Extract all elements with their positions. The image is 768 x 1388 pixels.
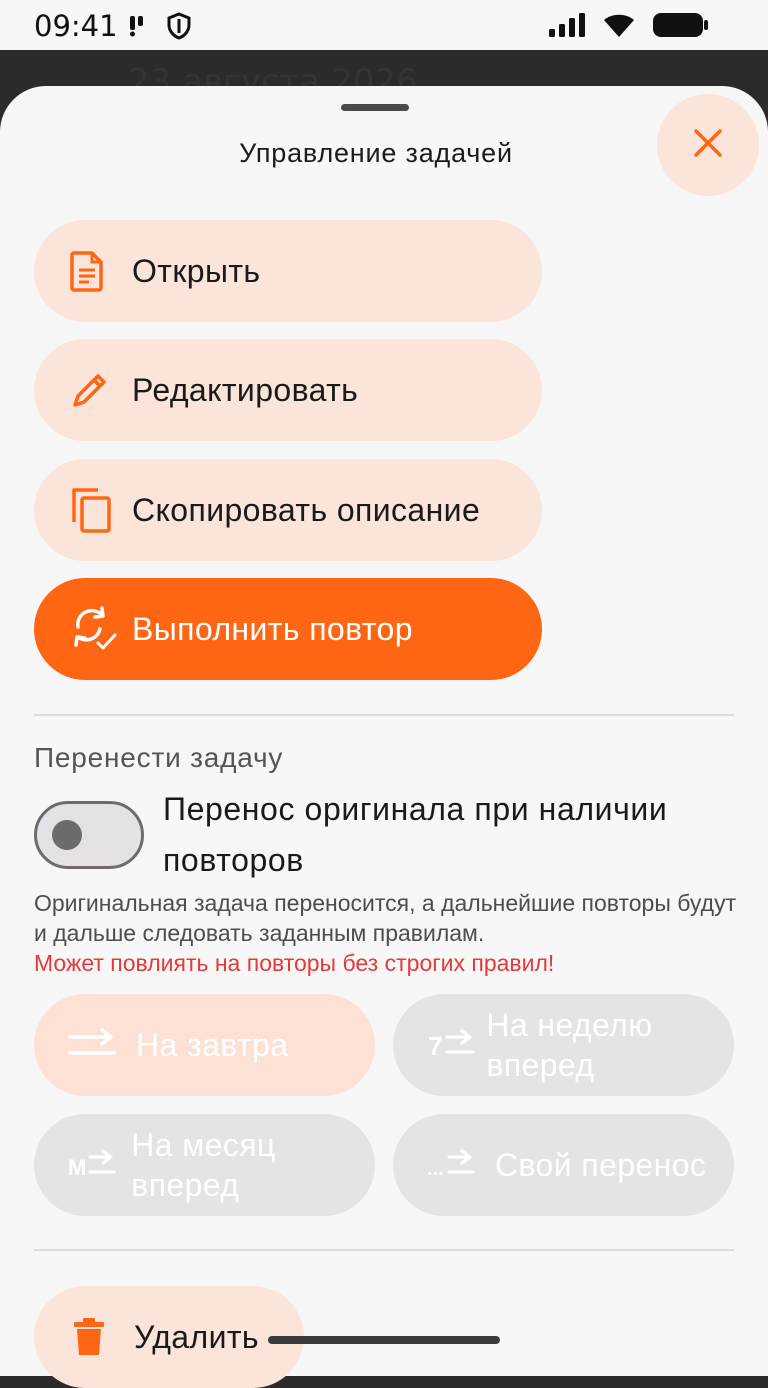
move-custom-icon: ...: [427, 1145, 495, 1185]
edit-button[interactable]: Редактировать: [34, 339, 542, 441]
shield-icon: [166, 12, 192, 45]
status-bar: 09:41: [0, 0, 768, 50]
move-tomorrow-label: На завтра: [136, 1027, 289, 1063]
move-week-button[interactable]: 7 На неделю вперед: [393, 994, 734, 1096]
move-tomorrow-button[interactable]: На завтра: [34, 994, 375, 1096]
open-label: Открыть: [132, 252, 261, 289]
edit-label: Редактировать: [132, 371, 359, 408]
move-custom-label: Свой перенос: [495, 1147, 707, 1183]
document-icon: [70, 250, 132, 292]
delete-button[interactable]: Удалить: [34, 1286, 304, 1388]
toggle-knob: [52, 820, 82, 850]
repeat-check-icon: [70, 605, 132, 653]
signal-icon: [548, 12, 586, 43]
svg-text:M: M: [68, 1155, 86, 1180]
open-button[interactable]: Открыть: [34, 220, 542, 322]
divider: [34, 1249, 734, 1251]
complete-repeat-label: Выполнить повтор: [132, 610, 413, 647]
wifi-icon: [602, 12, 636, 43]
move-week-icon: 7: [427, 1025, 486, 1065]
svg-text:7: 7: [428, 1031, 442, 1061]
complete-repeat-button[interactable]: Выполнить повтор: [34, 578, 542, 680]
move-hint: Оригинальная задача переносится, а дальн…: [34, 890, 737, 946]
move-week-label: На неделю вперед: [486, 1007, 653, 1083]
notification-icon: [128, 14, 146, 43]
battery-icon: [652, 12, 710, 43]
move-original-toggle[interactable]: [34, 801, 144, 869]
divider: [34, 714, 734, 716]
move-section-label: Перенести задачу: [34, 742, 284, 773]
copy-icon: [70, 486, 132, 534]
move-warning: Может повлиять на повторы без строгих пр…: [34, 950, 555, 976]
move-month-button[interactable]: M На месяц вперед: [34, 1114, 375, 1216]
move-month-icon: M: [68, 1145, 131, 1185]
copy-description-label: Скопировать описание: [132, 491, 481, 528]
move-arrows-icon: [68, 1025, 136, 1065]
delete-label: Удалить: [134, 1318, 259, 1355]
drag-handle[interactable]: [341, 104, 409, 111]
task-management-sheet: Управление задачей Открыть Редактировать…: [0, 86, 768, 1388]
move-month-label: На месяц вперед: [131, 1127, 276, 1203]
trash-icon: [72, 1317, 134, 1357]
status-time: 09:41: [34, 9, 118, 43]
sheet-title: Управление задачей: [239, 138, 513, 168]
copy-description-button[interactable]: Скопировать описание: [34, 459, 542, 561]
home-indicator[interactable]: [268, 1336, 500, 1344]
pencil-icon: [70, 370, 132, 410]
move-custom-button[interactable]: ... Свой перенос: [393, 1114, 734, 1216]
move-original-toggle-label[interactable]: Перенос оригинала при наличии повторов: [163, 784, 743, 886]
svg-text:...: ...: [427, 1158, 444, 1180]
